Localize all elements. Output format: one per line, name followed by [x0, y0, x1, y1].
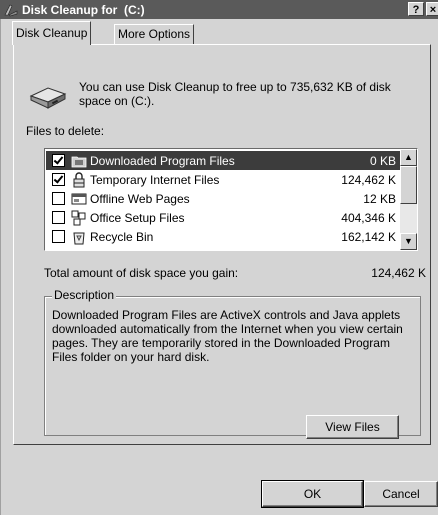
disk-cleanup-app-icon [4, 4, 18, 16]
description-text: Downloaded Program Files are ActiveX con… [52, 308, 403, 364]
file-size: 0 KB [369, 153, 396, 168]
total-space-label: Total amount of disk space you gain: [44, 266, 239, 280]
description-legend: Description [52, 288, 117, 302]
setup-files-icon [71, 210, 86, 225]
cancel-button[interactable]: Cancel [364, 481, 438, 507]
checkbox[interactable] [52, 211, 65, 224]
list-item[interactable]: Offline Web Pages 12 KB [46, 189, 400, 208]
list-item[interactable]: Temporary Internet Files 124,462 K [46, 170, 400, 189]
file-size: 404,346 K [341, 210, 396, 225]
checkbox[interactable] [52, 154, 65, 167]
file-name: Recycle Bin [90, 229, 154, 244]
files-to-delete-label: Files to delete: [26, 124, 105, 138]
file-size: 12 KB [363, 191, 396, 206]
checkbox[interactable] [52, 173, 65, 186]
checkbox[interactable] [52, 192, 65, 205]
title-bar: Disk Cleanup for (C:) ? × [0, 0, 438, 19]
tab-disk-cleanup[interactable]: Disk Cleanup [12, 21, 92, 45]
file-name: Downloaded Program Files [90, 153, 235, 168]
checkbox[interactable] [52, 230, 65, 243]
scroll-down-arrow-icon[interactable]: ▼ [400, 233, 417, 250]
file-size: 162,142 K [341, 229, 396, 244]
file-size: 124,462 K [341, 172, 396, 187]
lock-icon [73, 171, 85, 187]
list-item[interactable]: Recycle Bin 162,142 K [46, 227, 400, 246]
view-files-button[interactable]: View Files [306, 415, 399, 439]
file-name: Temporary Internet Files [90, 172, 220, 187]
scroll-up-arrow-icon[interactable]: ▲ [400, 149, 417, 166]
list-item[interactable]: Downloaded Program Files 0 KB [46, 151, 400, 170]
window-title: Disk Cleanup for (C:) [22, 2, 145, 17]
recycle-bin-icon [73, 232, 85, 244]
file-name: Offline Web Pages [90, 191, 190, 206]
files-to-delete-list[interactable]: Downloaded Program Files 0 KB Temporary … [44, 148, 418, 251]
scroll-thumb[interactable] [400, 166, 417, 204]
intro-text: You can use Disk Cleanup to free up to 7… [79, 80, 391, 108]
file-name: Office Setup Files [90, 210, 185, 225]
list-item[interactable]: Office Setup Files 404,346 K [46, 208, 400, 227]
total-space-value: 124,462 K [371, 266, 426, 280]
close-button[interactable]: × [426, 2, 438, 16]
webpage-icon [71, 193, 87, 204]
vertical-scrollbar[interactable]: ▲ ▼ [400, 149, 417, 250]
folder-icon [71, 156, 87, 167]
ok-button[interactable]: OK [261, 480, 364, 508]
help-button[interactable]: ? [408, 2, 424, 16]
tab-more-options[interactable]: More Options [114, 24, 195, 44]
